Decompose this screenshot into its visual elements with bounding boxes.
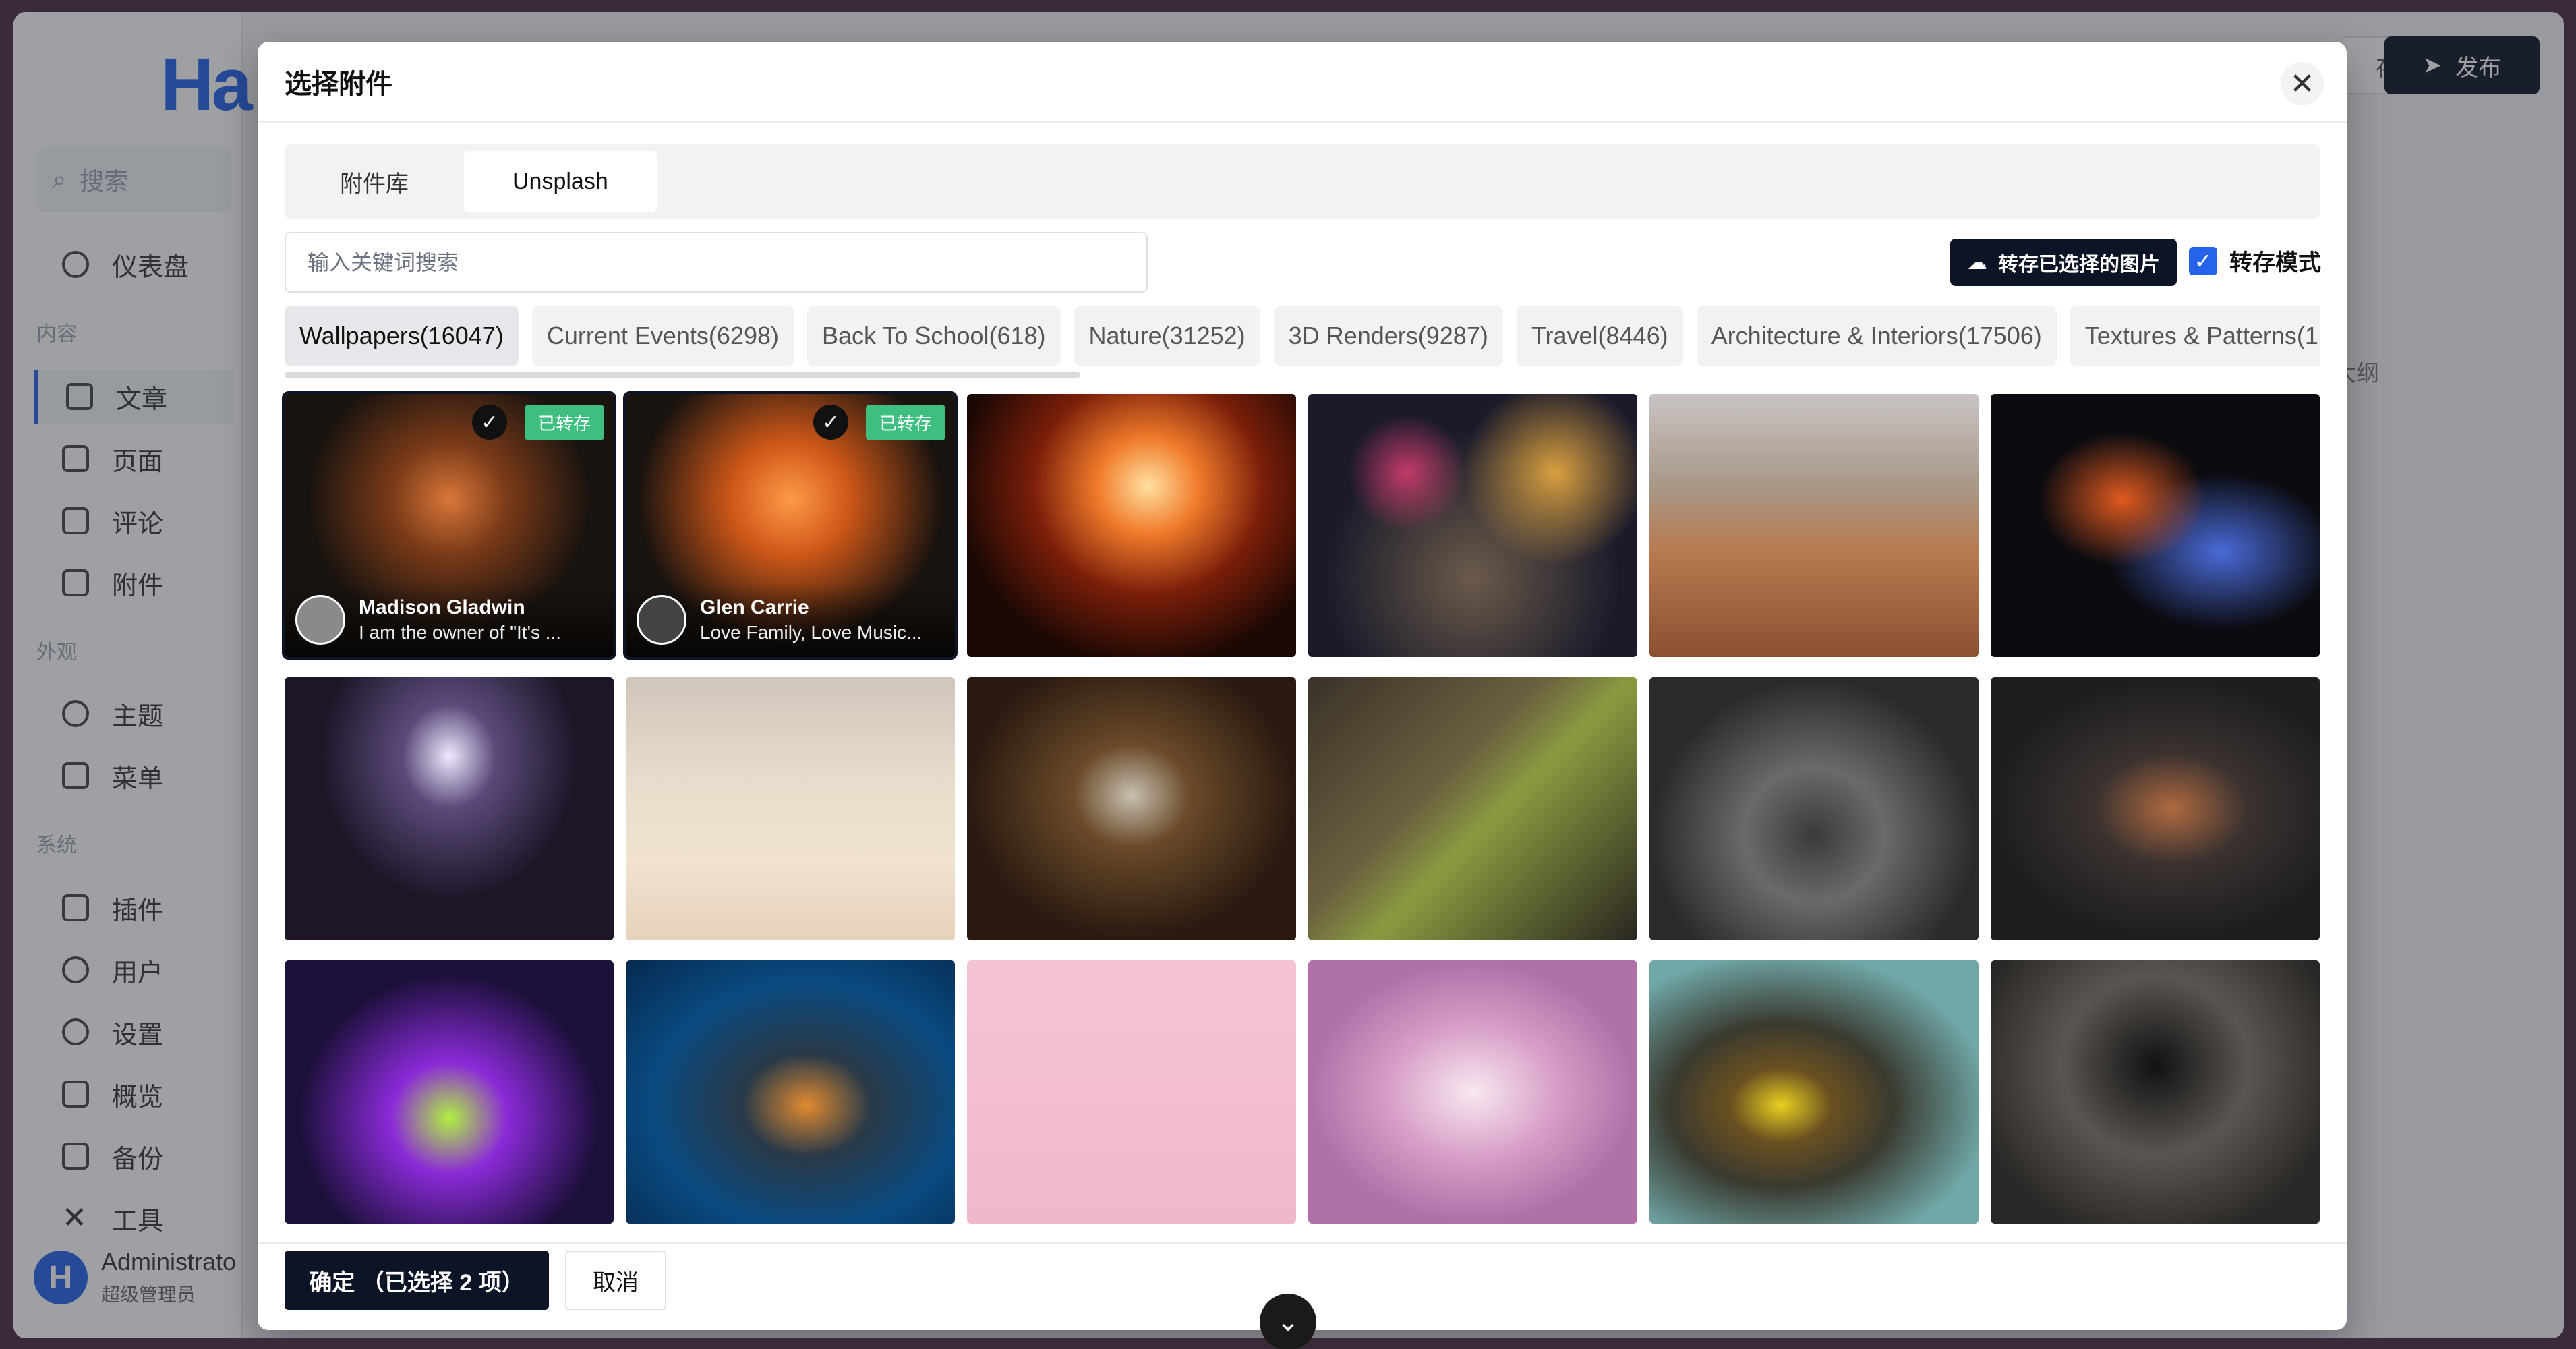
category-chip[interactable]: 3D Renders(9287) (1273, 306, 1503, 366)
photo-tile[interactable] (1308, 394, 1637, 657)
check-icon: ✓ (472, 405, 507, 440)
attachment-select-modal: 选择附件 ✕ 附件库 Unsplash ☁ 转存已选择的图片 ✓ 转存模式 Wa… (258, 42, 2347, 1330)
photo-credit: Madison Gladwin I am the owner of "It's … (285, 583, 614, 657)
photographer-bio: I am the owner of "It's ... (359, 622, 562, 643)
saved-badge: 已转存 (865, 405, 945, 440)
source-tabs: 附件库 Unsplash (285, 144, 2320, 219)
photo-tile[interactable] (1991, 394, 2320, 657)
category-chip[interactable]: Architecture & Interiors(17506) (1696, 306, 2057, 366)
photo-tile[interactable] (626, 960, 955, 1224)
confirm-button[interactable]: 确定 （已选择 2 项） (285, 1251, 549, 1310)
cancel-button[interactable]: 取消 (565, 1251, 666, 1310)
check-icon: ✓ (813, 405, 848, 440)
photo-tile[interactable] (967, 960, 1296, 1224)
photographer-bio: Love Family, Love Music... (700, 622, 923, 643)
search-input[interactable] (285, 232, 1148, 293)
category-chip[interactable]: Back To School(618) (807, 306, 1061, 366)
category-chip[interactable]: Wallpapers(16047) (285, 306, 519, 366)
photographer-name: Glen Carrie (700, 596, 809, 619)
category-chips: Wallpapers(16047) Current Events(6298) B… (285, 306, 2320, 366)
photo-tile[interactable] (626, 677, 955, 940)
photo-credit: Glen Carrie Love Family, Love Music... (626, 583, 955, 657)
category-chip[interactable]: Nature(31252) (1074, 306, 1260, 366)
checkbox-checked-icon[interactable]: ✓ (2189, 246, 2217, 275)
save-selected-button[interactable]: ☁ 转存已选择的图片 (1950, 239, 2177, 286)
category-chip[interactable]: Textures & Patterns(1 (2070, 306, 2320, 366)
app-window: Ha ⌕ 搜索 仪表盘 内容 文章 页面 评论 附件 外观 主题 菜单 系统 插… (13, 12, 2564, 1338)
photo-tile[interactable] (967, 677, 1296, 940)
photo-tile[interactable] (1308, 960, 1637, 1224)
photo-grid: ✓ 已转存 Madison Gladwin I am the owner of … (282, 391, 2320, 1244)
category-chip[interactable]: Current Events(6298) (531, 306, 794, 366)
photographer-name: Madison Gladwin (359, 596, 525, 619)
save-selected-label: 转存已选择的图片 (1998, 254, 2160, 276)
modal-header: 选择附件 (258, 42, 2347, 123)
photo-tile[interactable]: ✓ 已转存 Glen Carrie Love Family, Love Musi… (623, 391, 958, 660)
photo-tile[interactable] (285, 677, 614, 940)
cloud-upload-icon: ☁ (1967, 251, 1987, 274)
photo-tile[interactable]: ✓ 已转存 Madison Gladwin I am the owner of … (282, 391, 616, 660)
tab-unsplash[interactable]: Unsplash (464, 151, 657, 212)
chevron-down-icon[interactable]: ⌄ (1260, 1294, 1316, 1349)
category-chip[interactable]: Travel(8446) (1516, 306, 1683, 366)
modal-title: 选择附件 (285, 69, 392, 99)
photo-tile[interactable] (1649, 394, 1979, 657)
photo-tile[interactable] (1649, 677, 1979, 940)
photo-tile[interactable] (1991, 960, 2320, 1224)
close-button[interactable]: ✕ (2281, 62, 2324, 105)
photo-tile[interactable] (967, 394, 1296, 657)
photo-tile[interactable] (1649, 960, 1979, 1224)
horizontal-scrollbar[interactable] (285, 372, 1080, 378)
photographer-avatar (295, 595, 345, 645)
photo-tile[interactable] (285, 960, 614, 1224)
saved-badge: 已转存 (524, 405, 604, 440)
photographer-avatar (637, 595, 686, 645)
tab-library[interactable]: 附件库 (291, 151, 457, 212)
save-mode-toggle[interactable]: ✓ 转存模式 (2189, 244, 2321, 277)
photo-tile[interactable] (1991, 677, 2320, 940)
save-mode-label: 转存模式 (2229, 250, 2321, 276)
close-icon: ✕ (2289, 67, 2315, 101)
photo-tile[interactable] (1308, 677, 1637, 940)
